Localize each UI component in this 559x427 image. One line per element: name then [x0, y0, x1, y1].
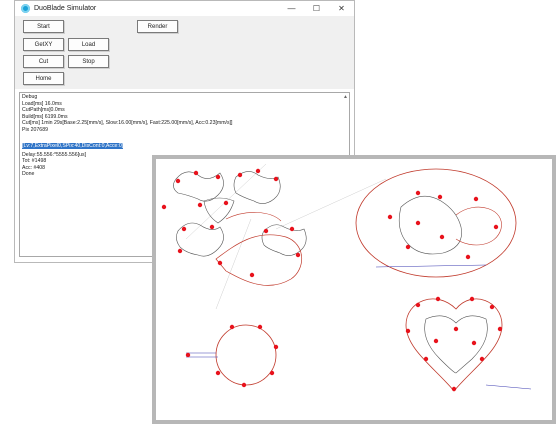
- cut-button[interactable]: Cut: [23, 55, 64, 68]
- close-button[interactable]: ✕: [329, 1, 354, 16]
- minimize-button[interactable]: —: [279, 1, 304, 16]
- load-button[interactable]: Load: [68, 38, 109, 51]
- debug-line: CutPath[ms]0.0ms: [22, 107, 65, 114]
- app-logo-icon: [21, 4, 30, 13]
- start-button[interactable]: Start: [23, 20, 64, 33]
- render-button[interactable]: Render: [137, 20, 178, 33]
- home-button[interactable]: Home: [23, 72, 64, 85]
- toolbar: Start Render GetXY Load Cut Stop Home: [15, 16, 354, 89]
- debug-line-selected[interactable]: [Lv:7,ExtraPixel0,SPix:40,DisCont:0,Acce…: [22, 142, 124, 150]
- title-bar: DuoBlade Simulator — ☐ ✕: [15, 1, 354, 16]
- shape-heart: [405, 296, 532, 392]
- guide-lines: [185, 163, 387, 310]
- window-controls: — ☐ ✕: [279, 1, 354, 16]
- getxy-button[interactable]: GetXY: [23, 38, 64, 51]
- shape-circle-handle: [185, 324, 279, 388]
- debug-line: Debug: [22, 94, 38, 100]
- debug-line: Build[ms] 6199.0ms: [22, 113, 68, 120]
- debug-line: Load[ms] 16.0ms: [22, 100, 62, 107]
- window-title: DuoBlade Simulator: [34, 5, 97, 12]
- cut-path-canvas: [161, 163, 532, 392]
- debug-line: Pix 207689: [22, 126, 48, 133]
- shape-flower-cluster: [161, 168, 307, 286]
- render-preview: [152, 155, 556, 424]
- debug-line: Cut[ms] 1min 29s[Base:2.25[mm/s], Slow:1…: [22, 120, 233, 127]
- stop-button[interactable]: Stop: [68, 55, 109, 68]
- scroll-up-icon[interactable]: ▲: [343, 94, 348, 100]
- shape-oval-frame: [355, 168, 517, 278]
- maximize-button[interactable]: ☐: [304, 1, 329, 16]
- cut-markers: [161, 168, 301, 278]
